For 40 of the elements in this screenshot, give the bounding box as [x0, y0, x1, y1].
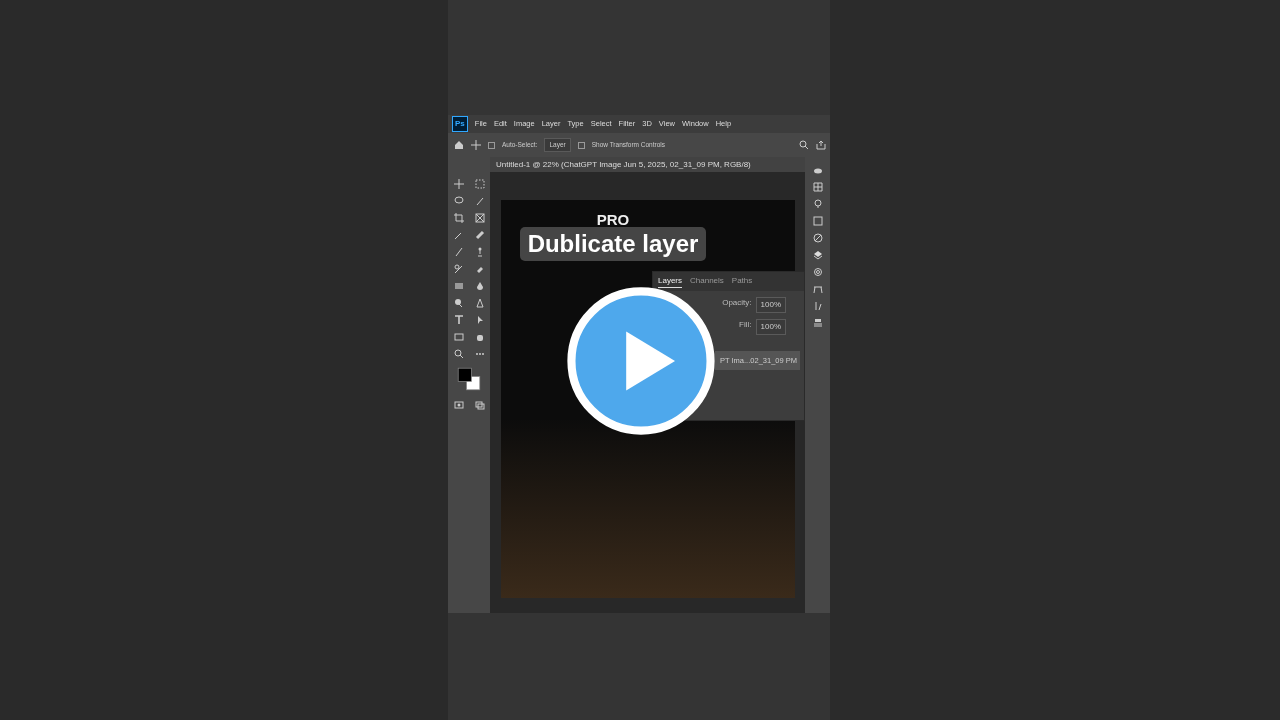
- bandage-icon[interactable]: [474, 229, 485, 240]
- lasso-icon[interactable]: [453, 195, 464, 206]
- grid-icon[interactable]: [812, 182, 823, 192]
- zoom-icon[interactable]: [453, 348, 464, 359]
- checkbox[interactable]: [488, 141, 495, 149]
- share-icon[interactable]: [816, 140, 826, 150]
- square-icon[interactable]: [812, 216, 823, 226]
- move-icon[interactable]: [471, 140, 481, 150]
- brand-text: PRO: [596, 213, 630, 227]
- home-icon[interactable]: [454, 140, 464, 150]
- panel-tab[interactable]: Paths: [731, 275, 753, 288]
- paths-icon[interactable]: [812, 284, 823, 294]
- stack-icon[interactable]: [812, 318, 823, 328]
- layers-icon[interactable]: [812, 250, 823, 260]
- search-icon[interactable]: [799, 140, 809, 150]
- type-icon[interactable]: [453, 314, 464, 325]
- play-button-icon[interactable]: [567, 287, 715, 435]
- opacity-field[interactable]: 100%: [755, 297, 786, 313]
- checkbox[interactable]: [577, 141, 585, 149]
- opacity-label: Opacity:: [722, 297, 752, 309]
- fill-field[interactable]: 100%: [755, 319, 786, 335]
- color-swatches-icon[interactable]: [457, 367, 481, 391]
- screen-mode-icon[interactable]: [474, 399, 485, 410]
- drop-icon[interactable]: [474, 280, 485, 291]
- app-logo: Ps: [452, 116, 468, 132]
- fill-label: Fill:: [739, 319, 752, 331]
- marquee-icon[interactable]: [474, 178, 485, 189]
- panel-tab[interactable]: Channels: [690, 275, 724, 288]
- bulb-icon[interactable]: [812, 199, 823, 209]
- rectangle-icon[interactable]: [453, 331, 464, 342]
- caption-text: Dublicate layer: [519, 227, 707, 261]
- circle-icon[interactable]: [812, 233, 823, 243]
- frame-icon[interactable]: [474, 212, 485, 223]
- quick-mask-icon[interactable]: [453, 399, 464, 410]
- move-icon[interactable]: [453, 178, 464, 189]
- panel-tab[interactable]: Layers: [658, 275, 682, 288]
- crop-icon[interactable]: [453, 212, 464, 223]
- circles-icon[interactable]: [812, 267, 823, 277]
- pen-icon[interactable]: [474, 297, 485, 308]
- gradient-icon[interactable]: [453, 280, 464, 291]
